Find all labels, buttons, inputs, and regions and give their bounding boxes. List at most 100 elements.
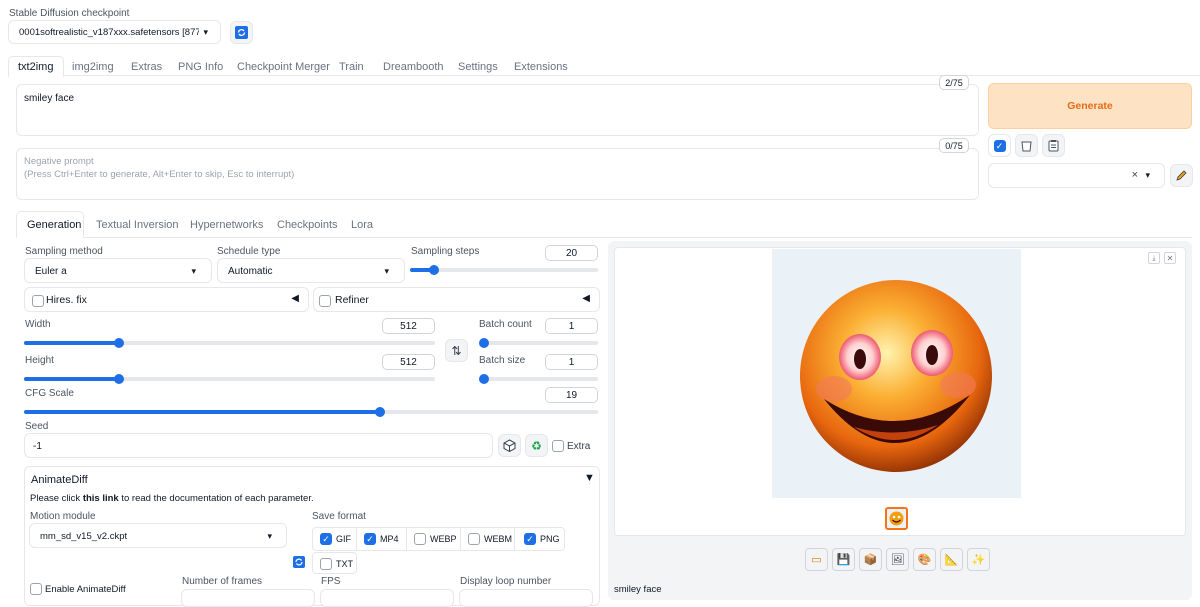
motion-module-dropdown[interactable]: mm_sd_v15_v2.ckpt ▾ bbox=[29, 523, 287, 548]
negative-prompt-textarea[interactable]: Negative prompt (Press Ctrl+Enter to gen… bbox=[16, 148, 979, 200]
trash-icon bbox=[1021, 141, 1032, 152]
clear-prompt-button[interactable] bbox=[1015, 134, 1038, 157]
width-input[interactable]: 512 bbox=[382, 318, 435, 334]
sampling-steps-slider[interactable] bbox=[410, 265, 598, 275]
format-webm-checkbox[interactable] bbox=[468, 533, 480, 545]
send-to-extras-button[interactable]: 📐 bbox=[940, 548, 963, 571]
send-to-inpaint-button[interactable]: 🎨 bbox=[913, 548, 936, 571]
random-seed-button[interactable] bbox=[498, 434, 521, 457]
batch-count-input[interactable]: 1 bbox=[545, 318, 598, 334]
format-webm[interactable]: WEBM bbox=[461, 528, 515, 550]
prompt-textarea[interactable]: smiley face bbox=[16, 84, 979, 136]
fps-input[interactable] bbox=[320, 589, 454, 607]
format-gif-label: GIF bbox=[336, 534, 351, 544]
tab-dreambooth[interactable]: Dreambooth bbox=[383, 61, 444, 73]
height-input[interactable]: 512 bbox=[382, 354, 435, 370]
format-mp4[interactable]: ✓ MP4 bbox=[357, 528, 407, 550]
tab-settings[interactable]: Settings bbox=[458, 61, 498, 73]
sampling-method-dropdown[interactable]: Euler a ▾ bbox=[24, 258, 212, 283]
download-icon[interactable]: ⤓ bbox=[1148, 252, 1160, 264]
save-button[interactable]: 💾 bbox=[832, 548, 855, 571]
sampling-steps-input[interactable]: 20 bbox=[545, 245, 598, 261]
format-mp4-checkbox[interactable]: ✓ bbox=[364, 533, 376, 545]
height-slider[interactable] bbox=[24, 374, 435, 384]
cfg-scale-input[interactable]: 19 bbox=[545, 387, 598, 403]
gallery-thumbnail[interactable] bbox=[885, 507, 908, 530]
slider-handle[interactable] bbox=[374, 407, 385, 417]
send-to-img2img-button[interactable]: 🖼 bbox=[886, 548, 909, 571]
height-label: Height bbox=[25, 355, 54, 366]
checkpoint-refresh-button[interactable] bbox=[230, 21, 253, 44]
loop-number-input[interactable] bbox=[459, 589, 593, 607]
tab-png-info[interactable]: PNG Info bbox=[178, 61, 223, 73]
format-png-checkbox[interactable]: ✓ bbox=[524, 533, 536, 545]
refiner-checkbox[interactable] bbox=[319, 295, 331, 307]
generate-button[interactable]: Generate bbox=[988, 83, 1192, 129]
format-webp-checkbox[interactable] bbox=[414, 533, 426, 545]
collapse-arrow-icon: ◀ bbox=[582, 293, 590, 304]
batch-count-slider[interactable] bbox=[479, 338, 598, 348]
extra-seed-checkbox[interactable] bbox=[552, 440, 564, 452]
save-format-label: Save format bbox=[312, 511, 366, 522]
negative-prompt-hint: (Press Ctrl+Enter to generate, Alt+Enter… bbox=[24, 169, 295, 180]
slider-handle[interactable] bbox=[429, 265, 440, 275]
hires-fix-checkbox[interactable] bbox=[32, 295, 44, 307]
open-folder-button[interactable]: ▭ bbox=[805, 548, 828, 571]
refresh-icon bbox=[235, 26, 248, 39]
styles-dropdown[interactable]: × ▾ bbox=[988, 163, 1165, 188]
tab-textual-inversion[interactable]: Textual Inversion bbox=[96, 219, 179, 231]
tab-checkpoint-merger[interactable]: Checkpoint Merger bbox=[237, 61, 330, 73]
hires-fix-accordion[interactable]: Hires. fix ◀ bbox=[24, 287, 309, 312]
tab-checkpoints[interactable]: Checkpoints bbox=[277, 219, 338, 231]
refiner-label: Refiner bbox=[335, 294, 369, 306]
format-png[interactable]: ✓ PNG bbox=[515, 528, 565, 550]
format-txt-checkbox[interactable] bbox=[320, 558, 332, 570]
animatediff-title[interactable]: AnimateDiff bbox=[31, 474, 88, 486]
schedule-type-dropdown[interactable]: Automatic ▾ bbox=[217, 258, 405, 283]
format-png-label: PNG bbox=[540, 534, 560, 544]
upscale-button[interactable]: ✨ bbox=[967, 548, 990, 571]
tab-extensions[interactable]: Extensions bbox=[514, 61, 568, 73]
animatediff-doc-link[interactable]: this link bbox=[83, 493, 119, 504]
slider-handle[interactable] bbox=[113, 374, 124, 384]
tab-extras[interactable]: Extras bbox=[131, 61, 162, 73]
slider-handle[interactable] bbox=[479, 338, 489, 348]
refiner-accordion[interactable]: Refiner ◀ bbox=[313, 287, 600, 312]
generated-image[interactable] bbox=[772, 249, 1021, 498]
tab-txt2img[interactable]: txt2img bbox=[18, 61, 53, 73]
seed-input[interactable]: -1 bbox=[24, 433, 493, 458]
clear-icon[interactable]: × bbox=[1132, 169, 1138, 181]
zip-button[interactable]: 📦 bbox=[859, 548, 882, 571]
tab-hypernetworks[interactable]: Hypernetworks bbox=[190, 219, 263, 231]
cfg-scale-slider[interactable] bbox=[24, 407, 598, 417]
smiley-thumbnail-icon bbox=[889, 511, 904, 526]
motion-module-refresh-button[interactable] bbox=[293, 556, 305, 568]
frames-input[interactable] bbox=[181, 589, 315, 607]
format-webp[interactable]: WEBP bbox=[407, 528, 461, 550]
edit-styles-button[interactable] bbox=[1170, 164, 1193, 187]
tab-lora[interactable]: Lora bbox=[351, 219, 373, 231]
batch-size-input[interactable]: 1 bbox=[545, 354, 598, 370]
loop-number-label: Display loop number bbox=[460, 576, 552, 587]
tab-train[interactable]: Train bbox=[339, 61, 364, 73]
format-gif[interactable]: ✓ GIF bbox=[313, 528, 357, 550]
slider-handle[interactable] bbox=[479, 374, 489, 384]
checkpoint-dropdown[interactable]: 0001softrealistic_v187xxx.safetensors [8… bbox=[8, 20, 221, 44]
slider-fill bbox=[24, 410, 380, 414]
cfg-scale-label: CFG Scale bbox=[25, 388, 74, 399]
swap-dimensions-button[interactable]: ⇅ bbox=[445, 339, 468, 362]
enable-animatediff-checkbox[interactable] bbox=[30, 583, 42, 595]
tab-img2img[interactable]: img2img bbox=[72, 61, 114, 73]
seed-value: -1 bbox=[33, 441, 42, 452]
paste-prompt-button[interactable] bbox=[1042, 134, 1065, 157]
show-extra-networks-button[interactable]: ✓ bbox=[988, 134, 1011, 157]
collapse-down-icon[interactable]: ▼ bbox=[584, 472, 595, 484]
tab-generation[interactable]: Generation bbox=[27, 219, 81, 231]
slider-handle[interactable] bbox=[113, 338, 124, 348]
close-icon[interactable]: ✕ bbox=[1164, 252, 1176, 264]
format-gif-checkbox[interactable]: ✓ bbox=[320, 533, 332, 545]
format-txt[interactable]: TXT bbox=[312, 552, 357, 574]
batch-size-slider[interactable] bbox=[479, 374, 598, 384]
reuse-seed-button[interactable]: ♻ bbox=[525, 434, 548, 457]
width-slider[interactable] bbox=[24, 338, 435, 348]
